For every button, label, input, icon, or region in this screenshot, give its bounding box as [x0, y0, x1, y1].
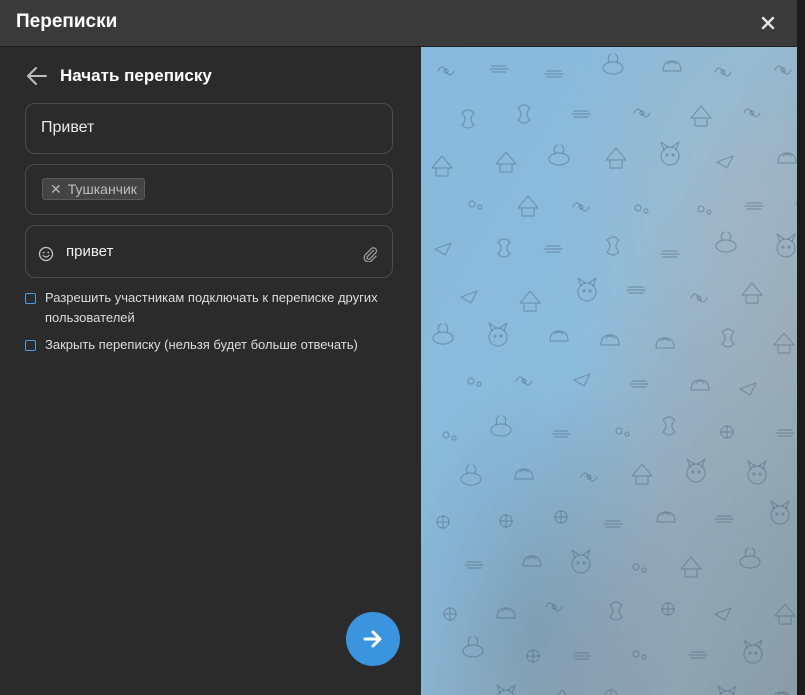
- subject-field[interactable]: [25, 103, 393, 154]
- send-button[interactable]: [346, 612, 400, 666]
- wallpaper-pattern: [421, 47, 797, 695]
- smiley-icon: [38, 246, 54, 262]
- recipient-chip-label: Тушканчик: [67, 181, 137, 197]
- arrow-left-icon: [27, 67, 47, 85]
- message-input[interactable]: [66, 243, 346, 260]
- close-conversation-label[interactable]: Закрыть переписку (нельзя будет больше о…: [45, 335, 358, 355]
- allow-invite-label[interactable]: Разрешить участникам подключать к перепи…: [45, 288, 395, 328]
- attach-button[interactable]: [362, 246, 378, 263]
- paperclip-icon: [363, 247, 378, 263]
- close-conversation-option[interactable]: Закрыть переписку (нельзя будет больше о…: [25, 335, 395, 355]
- arrow-right-icon: [363, 630, 382, 648]
- new-conversation-panel: Начать переписку ✕ Тушканчик: [0, 47, 421, 695]
- subject-input[interactable]: [41, 119, 371, 137]
- close-icon: [761, 16, 775, 30]
- emoji-button[interactable]: [38, 246, 54, 262]
- recipient-chip[interactable]: ✕ Тушканчик: [42, 178, 145, 200]
- x-icon[interactable]: ✕: [50, 182, 62, 196]
- window-titlebar: Переписки: [0, 0, 797, 47]
- allow-invite-option[interactable]: Разрешить участникам подключать к перепи…: [25, 288, 395, 328]
- chat-wallpaper: [421, 47, 797, 695]
- close-conversation-checkbox[interactable]: [25, 340, 36, 351]
- window-title: Переписки: [16, 11, 118, 32]
- message-field[interactable]: [25, 225, 393, 278]
- back-button[interactable]: [26, 66, 48, 86]
- chat-window: Переписки Начать переписку ✕ Тушканчик: [0, 0, 805, 695]
- allow-invite-checkbox[interactable]: [25, 293, 36, 304]
- window-edge: [797, 0, 805, 695]
- recipients-field[interactable]: ✕ Тушканчик: [25, 164, 393, 215]
- panel-title: Начать переписку: [60, 66, 212, 85]
- close-button[interactable]: [757, 12, 779, 34]
